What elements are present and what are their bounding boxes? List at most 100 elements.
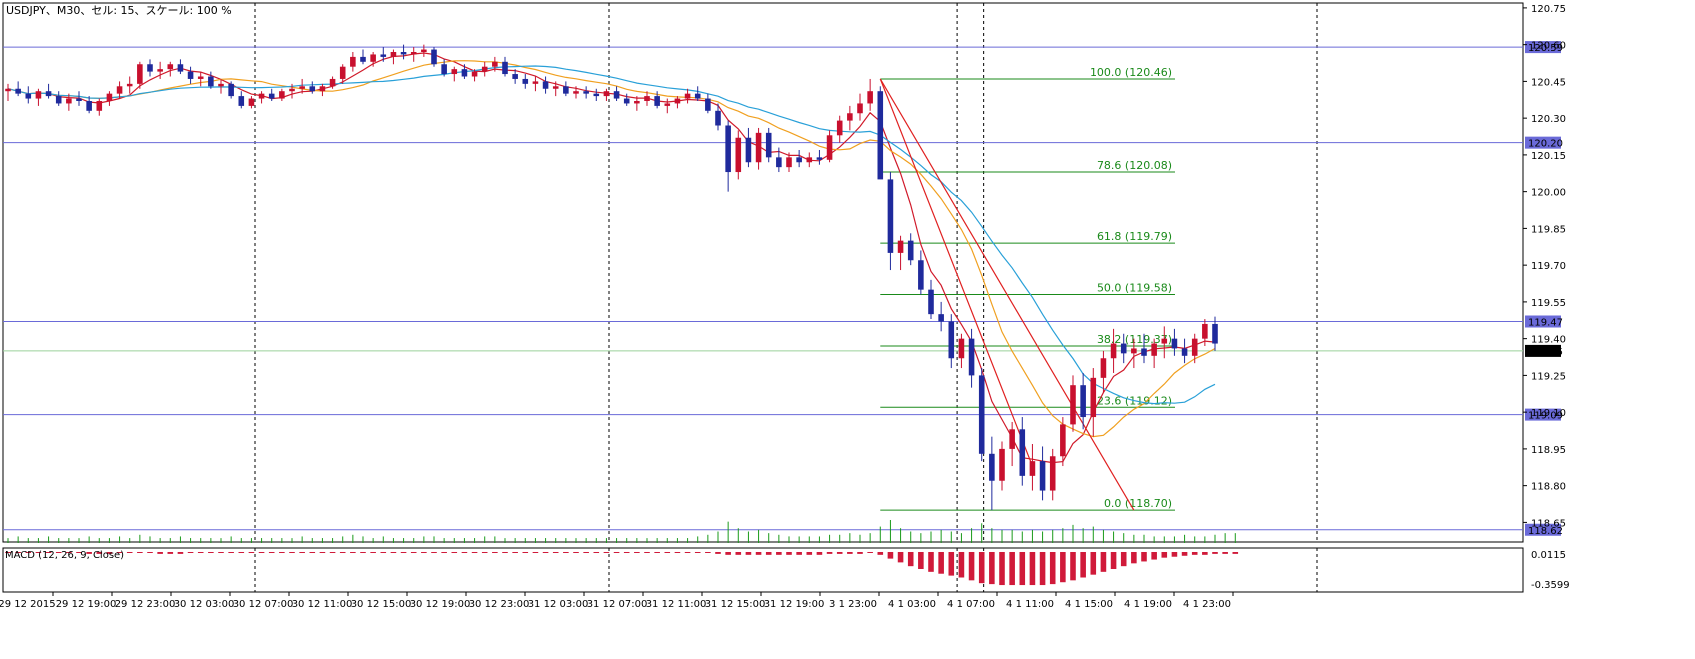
candle-body: [289, 88, 295, 92]
candle-body: [613, 91, 620, 99]
x-tick-label: 29 12 23:00: [115, 599, 176, 610]
macd-histogram-bar: [208, 552, 214, 553]
macd-histogram-bar: [694, 552, 701, 553]
macd-histogram-bar: [400, 552, 407, 553]
macd-histogram-bar: [776, 552, 782, 555]
macd-histogram-bar: [1029, 552, 1036, 586]
x-tick-label: 31 12 07:00: [587, 599, 648, 610]
candle-body: [634, 101, 640, 104]
candle-body: [268, 93, 275, 99]
macd-histogram-bar: [167, 552, 174, 554]
macd-histogram-bar: [786, 552, 792, 555]
macd-histogram-bar: [1232, 552, 1239, 554]
candle-body: [167, 64, 174, 70]
candle-body: [705, 98, 711, 111]
macd-histogram-bar: [887, 552, 894, 559]
macd-histogram-bar: [512, 552, 518, 553]
macd-histogram-bar: [552, 552, 559, 553]
x-tick-label: 29 12 19:00: [56, 599, 117, 610]
macd-histogram-bar: [1120, 552, 1127, 567]
candle-body: [451, 69, 458, 75]
candle-body: [978, 375, 985, 454]
candle-body: [907, 240, 914, 261]
macd-histogram-bar: [1049, 552, 1056, 585]
macd-histogram-bar: [421, 552, 427, 553]
candle-body: [826, 135, 833, 160]
candle-body: [1090, 377, 1097, 418]
candle-body: [25, 93, 32, 99]
macd-histogram-bar: [339, 552, 346, 553]
macd-histogram-bar: [573, 552, 579, 553]
y-tick-label: 118.80: [1531, 482, 1566, 493]
candle-body: [796, 157, 802, 163]
x-tick-label: 30 12 19:00: [410, 599, 471, 610]
candle-body: [725, 125, 731, 173]
candle-body: [35, 91, 42, 99]
y-tick-label: 118.65: [1531, 518, 1566, 529]
macd-histogram-bar: [329, 552, 336, 553]
macd-histogram-bar: [1080, 552, 1086, 578]
candle-body: [126, 83, 133, 87]
candle-body: [958, 338, 965, 359]
macd-histogram-bar: [1070, 552, 1076, 581]
candle-body: [15, 88, 21, 94]
macd-histogram-bar: [126, 552, 133, 553]
candle-body: [279, 91, 285, 99]
macd-label: MACD (12, 26, 9, Close): [5, 550, 124, 561]
chart-window: 120.59 120.20 119.47 119.09 118.62 119.35 120.…: [0, 0, 1695, 659]
macd-histogram-bar: [725, 552, 731, 555]
macd-histogram-bar: [309, 552, 316, 553]
macd-histogram-bar: [1039, 552, 1046, 586]
candle-body: [66, 98, 72, 104]
x-tick-label: 31 12 03:00: [528, 599, 589, 610]
macd-histogram-bar: [228, 552, 234, 553]
candle-body: [1029, 461, 1036, 476]
candle-body: [218, 83, 224, 87]
candle-body: [593, 93, 600, 97]
candle-body: [674, 98, 681, 104]
candle-body: [370, 54, 376, 62]
x-tick-label: 4 1 19:00: [1124, 599, 1172, 610]
y-tick-label: 119.85: [1531, 224, 1566, 235]
candle-body: [806, 157, 813, 163]
macd-histogram-bar: [867, 552, 873, 553]
candle-body: [492, 61, 498, 67]
candle-body: [847, 113, 853, 121]
fib-level-label: 78.6 (120.08): [1097, 159, 1172, 172]
candle-body: [471, 71, 478, 77]
candle-body: [745, 137, 752, 163]
candle-body: [248, 98, 255, 106]
y-tick-label: 119.40: [1531, 335, 1566, 346]
candle-body: [948, 321, 955, 359]
macd-histogram-bar: [806, 552, 813, 555]
macd-histogram-bar: [1202, 552, 1208, 555]
macd-histogram-bar: [907, 552, 914, 567]
macd-histogram-bar: [755, 552, 762, 555]
candle-body: [1202, 323, 1208, 339]
x-tick-label: 4 1 11:00: [1006, 599, 1054, 610]
macd-histogram-bar: [187, 552, 194, 553]
candle-body: [299, 86, 305, 89]
macd-histogram-bar: [623, 552, 630, 553]
candle-body: [715, 110, 721, 126]
candle-body: [603, 91, 610, 97]
candle-body: [1039, 461, 1046, 491]
y-tick-label: 120.15: [1531, 151, 1566, 162]
macd-histogram-bar: [877, 552, 884, 555]
candle-body: [897, 240, 904, 253]
macd-histogram-bar: [137, 552, 143, 553]
y-tick-label: 120.00: [1531, 188, 1566, 199]
macd-histogram-bar: [1212, 552, 1218, 554]
candle-body: [1019, 429, 1026, 476]
macd-histogram-bar: [938, 552, 944, 574]
candle-body: [694, 93, 701, 99]
candle-body: [390, 52, 397, 57]
macd-histogram-bar: [431, 552, 437, 553]
x-tick-label: 30 12 23:00: [469, 599, 530, 610]
macd-histogram-bar: [664, 552, 671, 553]
macd-histogram-bar: [502, 552, 508, 553]
candle-body: [1191, 338, 1198, 356]
candle-body: [339, 66, 346, 79]
candle-body: [573, 91, 579, 94]
candle-body: [431, 49, 437, 65]
